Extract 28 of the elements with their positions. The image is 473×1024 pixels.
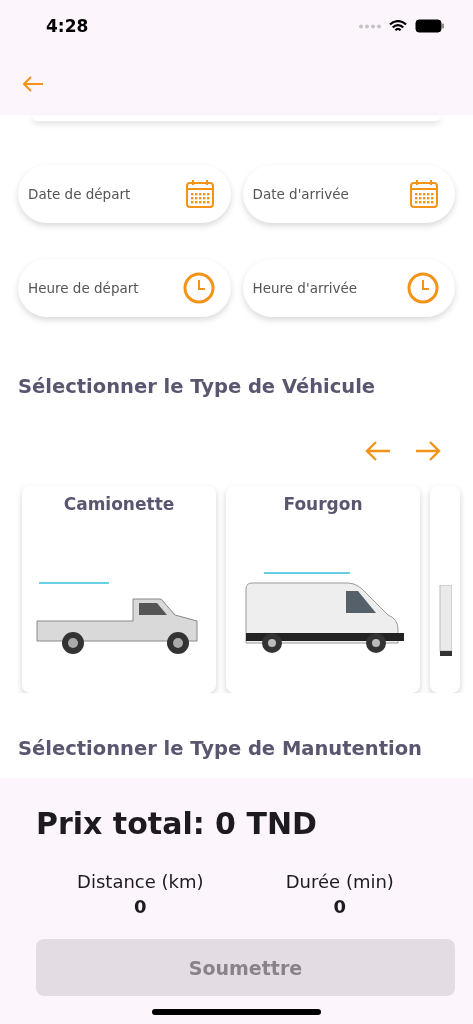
- stat-value: 0: [134, 896, 147, 917]
- calendar-icon[interactable]: [409, 179, 439, 209]
- signal-icon: [359, 23, 381, 29]
- back-button[interactable]: [22, 74, 44, 93]
- date-field[interactable]: Date de départ: [18, 165, 231, 223]
- vehicle-name: Camionette: [63, 494, 175, 514]
- previous-button[interactable]: [365, 440, 391, 462]
- stat-label: Distance (km): [77, 871, 204, 892]
- next-button[interactable]: [415, 440, 441, 462]
- time-field[interactable]: Heure de départ: [18, 259, 231, 317]
- vehicle-card[interactable]: [430, 486, 460, 693]
- stat-value: 0: [333, 896, 347, 917]
- clock-icon[interactable]: [407, 272, 439, 304]
- time-field[interactable]: Heure d'arrivée: [242, 259, 455, 317]
- truck-drawing: [438, 585, 452, 657]
- battery-icon: [415, 19, 445, 33]
- section-heading: Sélectionner le Type de Manutention: [18, 737, 423, 760]
- calendar-icon[interactable]: [184, 179, 215, 209]
- total-price: Prix total: 0 TND: [36, 806, 318, 841]
- status-time: 4:28: [46, 16, 89, 36]
- vehicle-card[interactable]: Fourgon: [226, 486, 420, 693]
- clock-icon[interactable]: [182, 272, 215, 304]
- vehicle-name: Fourgon: [283, 494, 363, 514]
- wifi-icon: [389, 19, 407, 33]
- stat-label: Durée (min): [285, 871, 394, 892]
- section-heading: Sélectionner le Type de Véhicule: [18, 375, 377, 398]
- vehicle-card[interactable]: Camionette: [22, 486, 216, 693]
- date-field[interactable]: Date d'arrivée: [242, 165, 455, 223]
